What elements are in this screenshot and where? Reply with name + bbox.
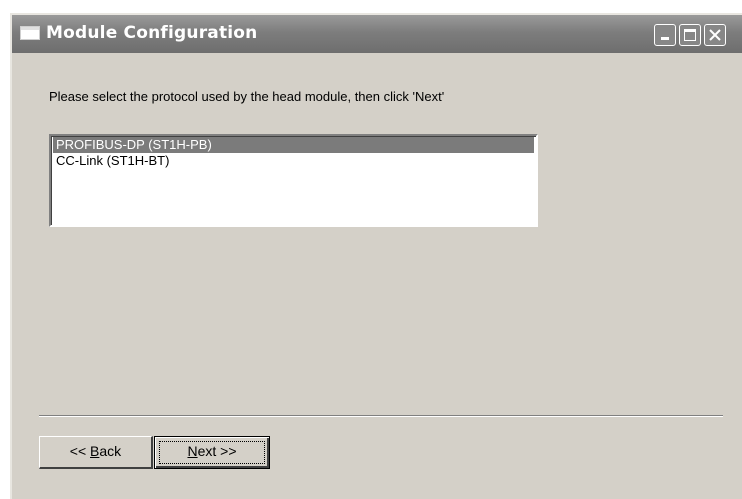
list-item-cc-link[interactable]: CC-Link (ST1H-BT) [53,153,534,169]
minimize-icon[interactable] [654,24,676,46]
back-button-prefix: << [69,443,91,459]
close-icon[interactable] [704,24,726,46]
back-button[interactable]: << Back [39,436,153,469]
maximize-icon[interactable] [679,24,701,46]
back-button-label: ack [99,443,122,459]
list-item-profibus[interactable]: PROFIBUS-DP (ST1H-PB) [53,137,534,153]
window-icon [20,26,40,40]
focus-rectangle [159,441,265,464]
instruction-text: Please select the protocol used by the h… [49,89,445,104]
module-configuration-window: Module Configuration Please select the p… [10,13,742,499]
title-bar[interactable]: Module Configuration [12,15,742,53]
separator-line [39,415,723,417]
next-button[interactable]: Next >> [154,436,270,469]
back-button-mnemonic: B [90,443,100,459]
protocol-listbox[interactable]: PROFIBUS-DP (ST1H-PB) CC-Link (ST1H-BT) [49,134,538,227]
window-title: Module Configuration [46,23,258,43]
